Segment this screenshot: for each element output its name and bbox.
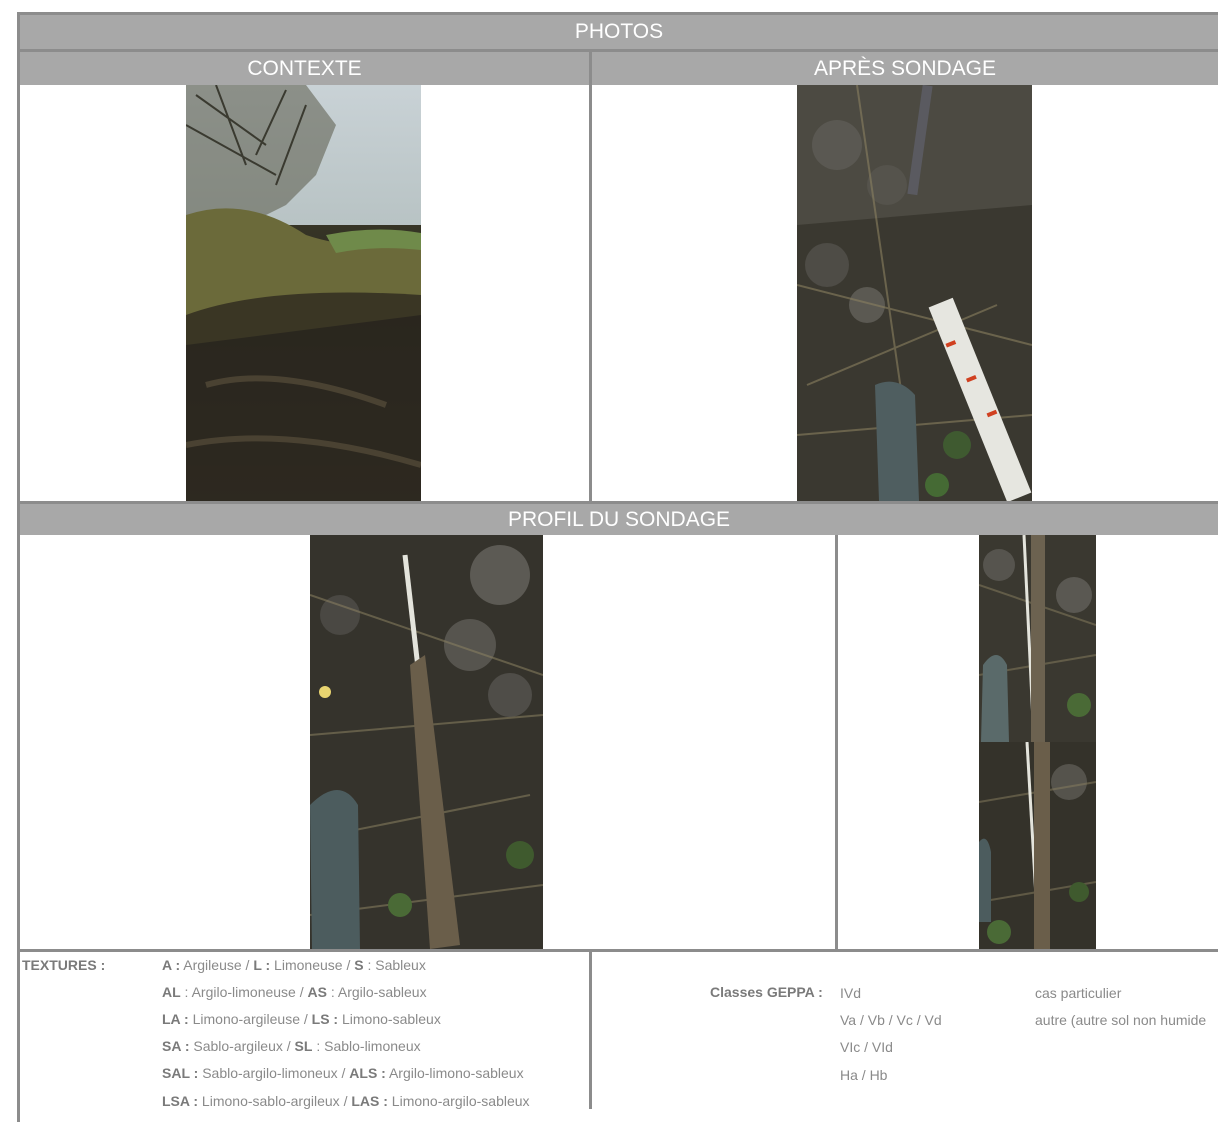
texture-line: SAL : Sablo-argilo-limoneux / ALS : Argi… (162, 1065, 524, 1081)
texture-code: L : (253, 957, 271, 973)
post-sounding-ground-photo (797, 85, 1032, 501)
geppa-note: cas particulier (1035, 985, 1122, 1001)
sounding-profile-detail-upper (979, 535, 1096, 742)
context-landscape-photo (186, 85, 421, 501)
texture-code: LA : (162, 1011, 189, 1027)
geppa-note: autre (autre sol non humide (1035, 1012, 1207, 1028)
divider (589, 949, 592, 1109)
texture-code: SAL : (162, 1065, 199, 1081)
texture-line: SA : Sablo-argileux / SL : Sablo-limoneu… (162, 1038, 421, 1054)
texture-desc: : Argilo-limoneuse / (180, 984, 308, 1000)
texture-code: ALS : (349, 1065, 386, 1081)
sounding-profile-detail-lower (979, 742, 1096, 949)
texture-code: SL (294, 1038, 313, 1054)
texture-code: SA : (162, 1038, 190, 1054)
texture-desc: Limono-argilo-sableux (387, 1093, 530, 1109)
geppa-class: Va / Vb / Vc / Vd (840, 1012, 942, 1028)
texture-desc: Sablo-argilo-limoneux / (198, 1065, 350, 1081)
texture-code: LAS : (351, 1093, 388, 1109)
texture-code: S (354, 957, 364, 973)
texture-desc: Limono-argileuse / (188, 1011, 312, 1027)
contexte-header: CONTEXTE (20, 52, 589, 85)
texture-code: LS : (311, 1011, 339, 1027)
texture-code: AS (307, 984, 327, 1000)
apres-sondage-header: APRÈS SONDAGE (592, 52, 1218, 85)
photos-header: PHOTOS (20, 15, 1218, 49)
texture-line: AL : Argilo-limoneuse / AS : Argilo-sabl… (162, 984, 427, 1000)
profil-header: PROFIL DU SONDAGE (20, 504, 1218, 535)
geppa-class: Ha / Hb (840, 1067, 888, 1083)
texture-desc: Limoneuse / (270, 957, 355, 973)
divider (17, 949, 1218, 952)
texture-desc: Argilo-limono-sableux (385, 1065, 524, 1081)
texture-code: LSA : (162, 1093, 199, 1109)
divider (835, 535, 838, 951)
texture-desc: Argileuse / (180, 957, 254, 973)
texture-desc: Sablo-argileux / (189, 1038, 295, 1054)
texture-desc: Limono-sablo-argileux / (198, 1093, 352, 1109)
geppa-label: Classes GEPPA : (710, 984, 823, 1000)
texture-code: A : (162, 957, 181, 973)
texture-code: AL (162, 984, 181, 1000)
divider (589, 49, 592, 501)
geppa-class: VIc / VId (840, 1039, 893, 1055)
texture-desc: : Sablo-limoneux (312, 1038, 421, 1054)
sounding-profile-photo (310, 535, 543, 949)
texture-desc: Limono-sableux (338, 1011, 441, 1027)
texture-line: LA : Limono-argileuse / LS : Limono-sabl… (162, 1011, 441, 1027)
texture-line: LSA : Limono-sablo-argileux / LAS : Limo… (162, 1093, 530, 1109)
textures-label: TEXTURES : (22, 957, 106, 973)
texture-desc: : Argilo-sableux (326, 984, 427, 1000)
texture-desc: : Sableux (363, 957, 426, 973)
texture-line: A : Argileuse / L : Limoneuse / S : Sabl… (162, 957, 426, 973)
geppa-class: IVd (840, 985, 862, 1001)
